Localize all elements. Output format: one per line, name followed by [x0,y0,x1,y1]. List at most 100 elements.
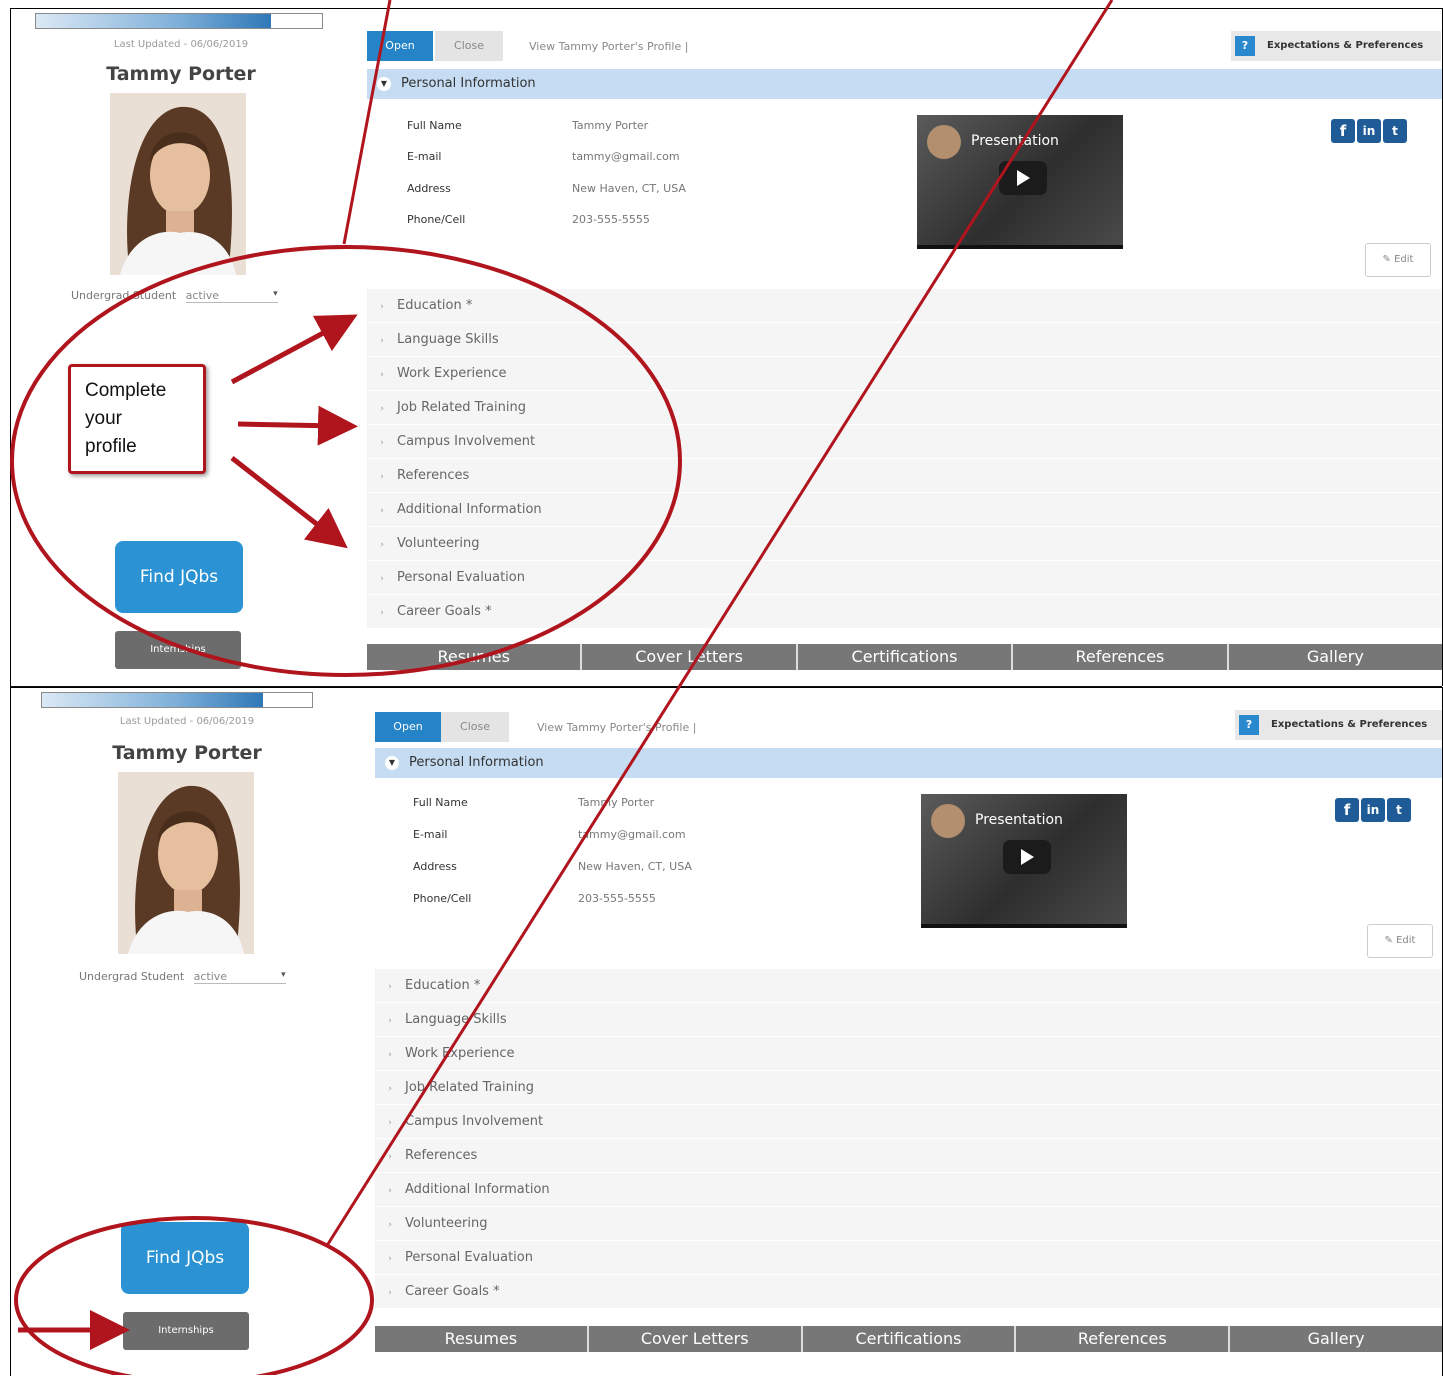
tab-gallery[interactable]: Gallery [1230,1326,1442,1352]
caret-down-icon: ▾ [273,289,278,299]
status-select[interactable]: active ▾ [193,970,286,984]
tab-certifications[interactable]: Certifications [798,644,1014,670]
section-education[interactable]: › Education * [375,969,1442,1002]
section-additional-information[interactable]: › Additional Information [375,1173,1442,1206]
facebook-icon[interactable]: f [1335,798,1359,822]
chevron-right-icon: › [380,438,384,448]
personal-information-header[interactable]: ▼ Personal Information [367,69,1442,99]
section-job-related-training[interactable]: › Job Related Training [367,391,1442,424]
chevron-right-icon: › [388,1084,392,1094]
tab-cover-letters[interactable]: Cover Letters [582,644,798,670]
field-label: E-mail [413,828,448,841]
status-select[interactable]: active ▾ [185,289,278,303]
chevron-right-icon: › [380,608,384,618]
section-language-skills[interactable]: › Language Skills [375,1003,1442,1036]
field-label: Full Name [407,119,462,132]
section-volunteering[interactable]: › Volunteering [367,527,1442,560]
document-tabs: Resumes Cover Letters Certifications Ref… [375,1326,1442,1352]
twitter-icon[interactable]: t [1387,798,1411,822]
status-row: Undergrad Student active ▾ [71,289,278,303]
chevron-right-icon: › [388,1186,392,1196]
presenter-avatar [927,125,961,159]
view-profile-link[interactable]: View Tammy Porter's Profile | [529,40,688,53]
section-career-goals[interactable]: › Career Goals * [375,1275,1442,1308]
section-label: Language Skills [405,1012,507,1027]
collapse-icon: ▼ [377,76,391,91]
find-jobs-button[interactable]: Find JQbs [121,1222,249,1294]
expectations-preferences-button[interactable]: ? Expectations & Preferences [1231,31,1441,61]
section-label: References [397,468,470,483]
profile-completion-bar [35,13,323,29]
section-label: Job Related Training [405,1080,534,1095]
section-career-goals[interactable]: › Career Goals * [367,595,1442,628]
section-references[interactable]: › References [367,459,1442,492]
section-label: Education * [405,978,481,993]
expectations-label: Expectations & Preferences [1271,719,1428,730]
tab-references[interactable]: References [1016,1326,1231,1352]
section-label: Volunteering [405,1216,488,1231]
linkedin-icon[interactable]: in [1357,119,1381,143]
callout-line: Complete [85,380,167,401]
tab-resumes[interactable]: Resumes [367,644,583,670]
section-label: Work Experience [397,366,507,381]
presentation-video[interactable]: Presentation [921,794,1127,928]
social-links: f in t [1335,798,1413,824]
personal-information-header[interactable]: ▼ Personal Information [375,748,1442,778]
section-campus-involvement[interactable]: › Campus Involvement [367,425,1442,458]
section-education[interactable]: › Education * [367,289,1442,322]
tab-certifications[interactable]: Certifications [803,1326,1017,1352]
presenter-avatar [931,804,965,838]
facebook-icon[interactable]: f [1331,119,1355,143]
tab-cover-letters[interactable]: Cover Letters [589,1326,803,1352]
profile-photo [118,772,254,954]
tab-resumes[interactable]: Resumes [375,1326,589,1352]
section-label: Work Experience [405,1046,515,1061]
chevron-right-icon: › [388,1050,392,1060]
twitter-icon[interactable]: t [1383,119,1407,143]
tab-references[interactable]: References [1013,644,1229,670]
presentation-video[interactable]: Presentation [917,115,1123,249]
tab-gallery[interactable]: Gallery [1229,644,1442,670]
section-volunteering[interactable]: › Volunteering [375,1207,1442,1240]
edit-button[interactable]: ✎ Edit [1365,243,1431,277]
open-button[interactable]: Open [375,712,441,742]
profile-name: Tammy Porter [112,742,262,764]
field-label: Phone/Cell [413,892,472,905]
field-value: Tammy Porter [572,119,649,132]
find-jobs-button[interactable]: Find JQbs [115,541,243,613]
profile-sections: › Education * › Language Skills › Work Expe… [375,969,1442,1309]
open-button[interactable]: Open [367,31,433,61]
section-label: Career Goals * [405,1284,500,1299]
section-references[interactable]: › References [375,1139,1442,1172]
collapse-icon: ▼ [385,755,399,770]
section-work-experience[interactable]: › Work Experience [367,357,1442,390]
play-icon[interactable] [999,161,1047,195]
close-button[interactable]: Close [435,31,503,61]
progress-fill [36,14,271,28]
callout-line: profile [85,436,137,457]
section-language-skills[interactable]: › Language Skills [367,323,1442,356]
chevron-right-icon: › [380,574,384,584]
internships-button[interactable]: Internships [123,1312,249,1350]
section-label: Campus Involvement [397,434,536,449]
close-button[interactable]: Close [441,712,509,742]
field-label: Phone/Cell [407,213,466,226]
internships-button[interactable]: Internships [115,631,241,669]
section-campus-involvement[interactable]: › Campus Involvement [375,1105,1442,1138]
play-icon[interactable] [1003,840,1051,874]
view-profile-link[interactable]: View Tammy Porter's Profile | [537,721,696,734]
linkedin-icon[interactable]: in [1361,798,1385,822]
chevron-right-icon: › [388,1152,392,1162]
chevron-right-icon: › [388,1118,392,1128]
chevron-right-icon: › [388,982,392,992]
section-personal-evaluation[interactable]: › Personal Evaluation [375,1241,1442,1274]
section-personal-evaluation[interactable]: › Personal Evaluation [367,561,1442,594]
section-job-related-training[interactable]: › Job Related Training [375,1071,1442,1104]
section-work-experience[interactable]: › Work Experience [375,1037,1442,1070]
video-title: Presentation [975,812,1063,828]
field-value: Tammy Porter [578,796,655,809]
expectations-preferences-button[interactable]: ? Expectations & Preferences [1235,710,1442,740]
section-label: References [405,1148,478,1163]
section-additional-information[interactable]: › Additional Information [367,493,1442,526]
edit-button[interactable]: ✎ Edit [1367,924,1433,958]
